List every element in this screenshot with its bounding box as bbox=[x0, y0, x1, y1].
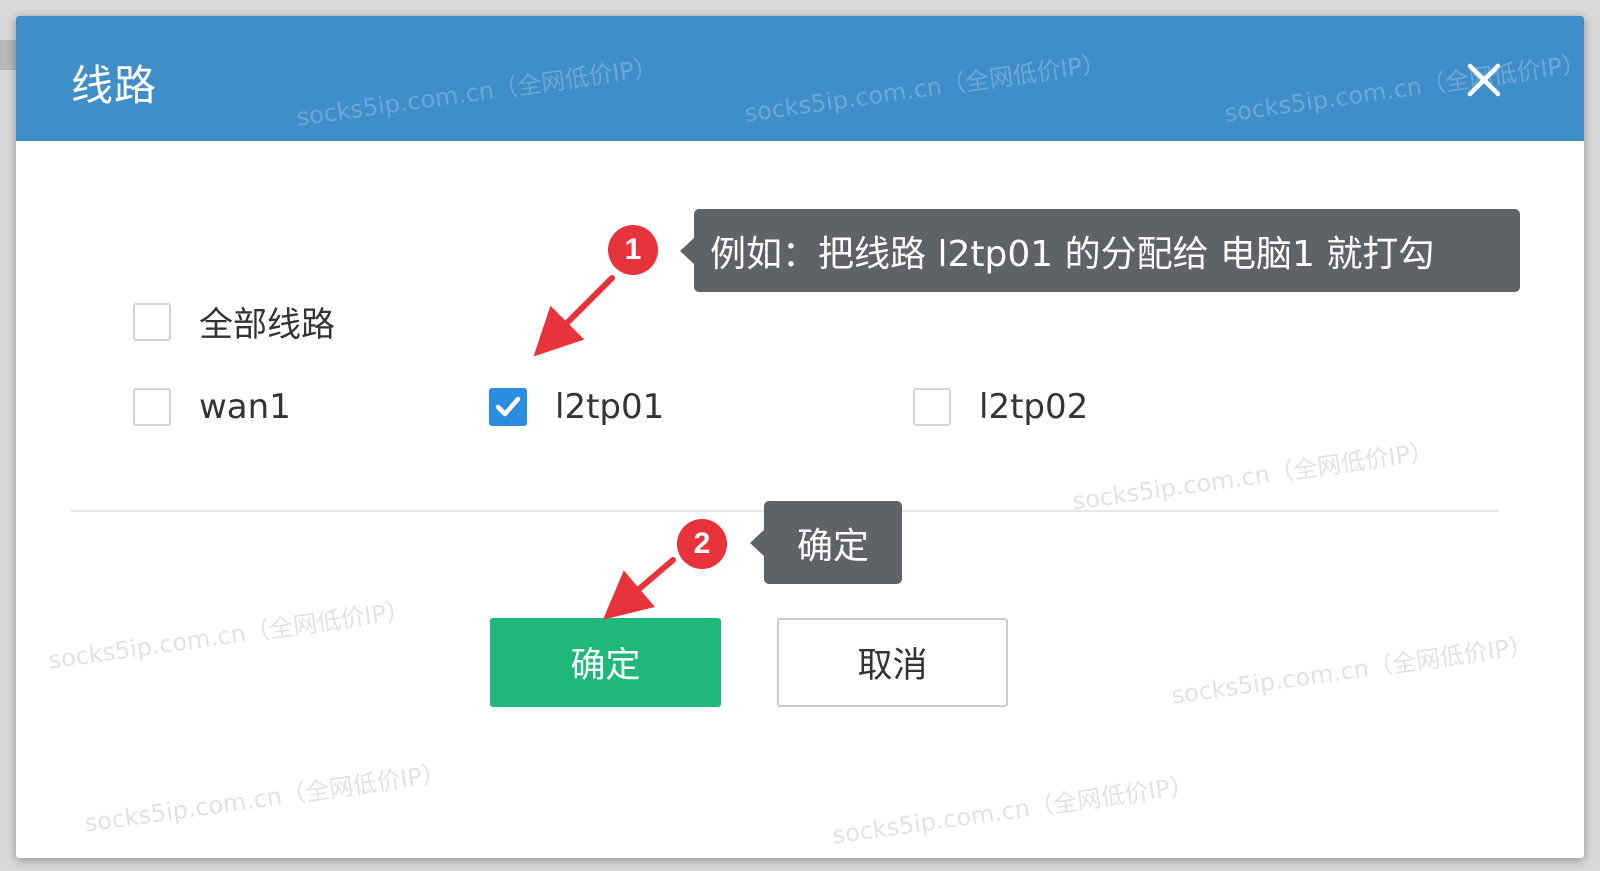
step-1-tooltip-text: 例如：把线路 l2tp01 的分配给 电脑1 就打勾 bbox=[710, 233, 1435, 275]
annotation-arrows bbox=[533, 275, 676, 620]
step-2-tooltip: 确定 bbox=[750, 501, 902, 584]
step-2-tooltip-text: 确定 bbox=[796, 525, 869, 567]
line-dialog: 线路 socks5ip.com.cn（全网低价IP） socks5ip.com.… bbox=[16, 16, 1584, 858]
step-2-badge: 2 bbox=[677, 519, 727, 569]
background-page-edge bbox=[0, 40, 16, 70]
arrow-step2 bbox=[602, 557, 676, 620]
step-1-tooltip: 例如：把线路 l2tp01 的分配给 电脑1 就打勾 bbox=[680, 209, 1520, 292]
arrow-step1 bbox=[533, 275, 615, 357]
step-1-badge: 1 bbox=[608, 225, 658, 275]
